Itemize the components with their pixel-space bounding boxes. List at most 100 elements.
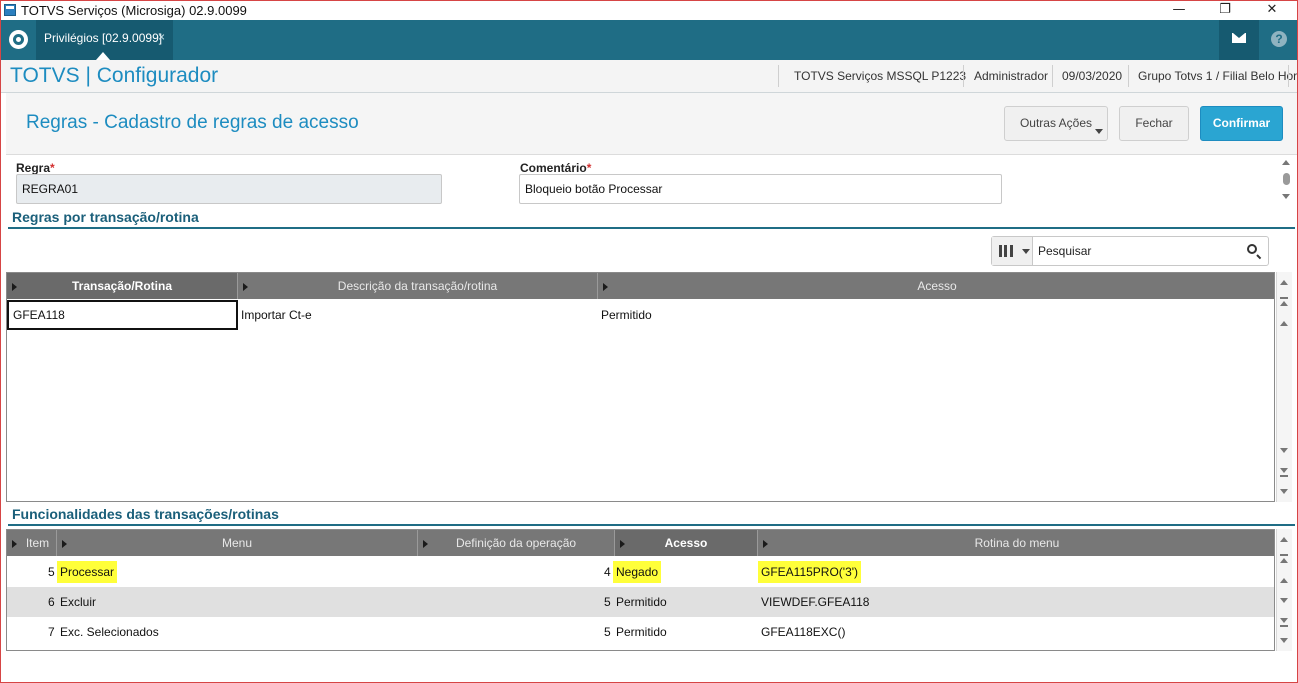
column-header-descricao[interactable]: Descrição da transação/rotina — [238, 273, 598, 299]
scroll-up-icon[interactable] — [1282, 160, 1290, 165]
cell-acesso: Permitido — [616, 625, 667, 639]
scroll-down-icon[interactable] — [1280, 598, 1288, 603]
table-row[interactable]: 5 Processar 4 Negado GFEA115PRO('3') — [7, 557, 1274, 587]
column-header-acesso[interactable]: Acesso — [615, 530, 758, 556]
app-title: TOTVS | Configurador — [10, 64, 219, 87]
sort-arrow-icon — [603, 283, 608, 291]
scroll-up-icon[interactable] — [1280, 321, 1288, 326]
window-title: TOTVS Serviços (Microsiga) 02.9.0099 — [21, 3, 247, 18]
funcionalidades-grid-scrollbar[interactable] — [1276, 529, 1292, 651]
regras-grid-scrollbar[interactable] — [1276, 272, 1292, 502]
tab-close-icon[interactable]: × — [158, 30, 165, 44]
sort-arrow-icon — [620, 540, 625, 548]
grid-header: Transação/Rotina Descrição da transação/… — [7, 273, 1274, 299]
cell-acesso: Permitido — [601, 308, 652, 322]
scroll-down-icon[interactable] — [1280, 448, 1288, 453]
cell-acesso-codigo: 4 — [604, 565, 611, 579]
header-divider — [1128, 65, 1129, 87]
cell-item: 6 — [48, 595, 55, 609]
tab-bar: Privilégios [02.9.0099] × ? — [1, 20, 1297, 60]
scroll-up-icon[interactable] — [1280, 578, 1288, 583]
restore-button[interactable]: ❐ — [1202, 1, 1248, 20]
help-icon[interactable]: ? — [1271, 31, 1287, 47]
confirmar-button[interactable]: Confirmar — [1200, 106, 1283, 141]
column-header-transacao[interactable]: Transação/Rotina — [7, 273, 238, 299]
section-title-regras: Regras por transação/rotina — [12, 209, 199, 225]
scroll-page-down-icon[interactable] — [1280, 468, 1288, 473]
date-info: 09/03/2020 — [1062, 69, 1123, 83]
page-title: Regras - Cadastro de regras de acesso — [26, 112, 359, 133]
cell-acesso: Negado — [613, 561, 662, 583]
column-header-item[interactable]: Item — [7, 530, 57, 556]
scroll-bottom-bar — [1280, 625, 1288, 627]
scroll-bottom-bar — [1280, 475, 1288, 477]
column-header-menu[interactable]: Menu — [57, 530, 418, 556]
columns-icon — [999, 245, 1013, 257]
header-divider — [1052, 65, 1053, 87]
page-header: Regras - Cadastro de regras de acesso Ou… — [6, 93, 1297, 155]
table-row[interactable]: 6 Excluir 5 Permitido VIEWDEF.GFEA118 — [7, 587, 1274, 617]
cell-acesso-codigo: 5 — [604, 625, 611, 639]
search-icon[interactable] — [1247, 244, 1257, 254]
minimize-button[interactable]: — — [1156, 1, 1202, 20]
column-header-acesso[interactable]: Acesso — [598, 273, 1274, 299]
section-divider — [8, 524, 1295, 526]
cell-menu: Exc. Selecionados — [60, 625, 159, 639]
column-header-definicao[interactable]: Definição da operação — [418, 530, 615, 556]
cell-item: 7 — [48, 625, 55, 639]
sort-arrow-icon — [62, 540, 67, 548]
cell-menu: Excluir — [60, 595, 97, 609]
scroll-down-icon[interactable] — [1282, 194, 1290, 199]
environment-info: TOTVS Serviços MSSQL P1223 — [794, 69, 967, 83]
user-info: Administrador — [974, 69, 1049, 83]
sort-arrow-icon — [243, 283, 248, 291]
tab-privilegios[interactable]: Privilégios [02.9.0099] × — [36, 20, 173, 60]
sort-arrow-icon — [763, 540, 768, 548]
funcionalidades-grid: Item Menu Definição da operação Acesso R… — [6, 529, 1275, 651]
scroll-top-bar — [1280, 554, 1288, 556]
chevron-down-icon — [1095, 129, 1103, 134]
regra-field[interactable]: REGRA01 — [16, 174, 442, 204]
scroll-up-icon[interactable] — [1280, 280, 1288, 285]
comentario-field[interactable]: Bloqueio botão Processar — [519, 174, 1002, 204]
outras-acoes-label: Outras Ações — [1019, 116, 1093, 130]
section-divider — [8, 227, 1295, 229]
scroll-down-icon[interactable] — [1280, 489, 1288, 494]
table-row[interactable]: GFEA118 Importar Ct-e Permitido — [7, 300, 1274, 330]
outras-acoes-button[interactable]: Outras Ações — [1004, 106, 1108, 141]
header-divider — [963, 65, 964, 87]
cell-transacao: GFEA118 — [13, 308, 65, 322]
sort-arrow-icon — [12, 283, 17, 291]
form-scrollbar[interactable] — [1279, 157, 1295, 205]
comentario-label: Comentário* — [520, 161, 592, 175]
tab-label: Privilégios [02.9.0099] — [44, 31, 163, 45]
scroll-page-up-icon[interactable] — [1280, 301, 1288, 306]
required-mark: * — [50, 161, 55, 175]
scroll-thumb[interactable] — [1283, 173, 1290, 185]
scroll-page-down-icon[interactable] — [1280, 618, 1288, 623]
table-row[interactable]: 7 Exc. Selecionados 5 Permitido GFEA118E… — [7, 617, 1274, 647]
section-title-funcionalidades: Funcionalidades das transações/rotinas — [12, 506, 279, 522]
regras-grid: Transação/Rotina Descrição da transação/… — [6, 272, 1275, 502]
column-header-rotina[interactable]: Rotina do menu — [758, 530, 1274, 556]
grid-header: Item Menu Definição da operação Acesso R… — [7, 530, 1274, 556]
cell-item: 5 — [48, 565, 55, 579]
sort-arrow-icon — [12, 540, 17, 548]
fechar-button[interactable]: Fechar — [1119, 106, 1189, 141]
branch-info: Grupo Totvs 1 / Filial Belo Hor — [1138, 69, 1298, 83]
mail-button[interactable] — [1219, 20, 1259, 60]
totvs-logo-icon[interactable] — [9, 30, 28, 49]
cell-rotina: GFEA115PRO('3') — [758, 561, 862, 583]
header-divider — [1288, 65, 1289, 87]
required-mark: * — [586, 161, 592, 175]
column-selector[interactable] — [992, 237, 1033, 265]
scroll-page-up-icon[interactable] — [1280, 558, 1288, 563]
scroll-down-icon[interactable] — [1280, 638, 1288, 643]
search-input[interactable] — [1038, 242, 1228, 260]
mail-icon — [1232, 33, 1246, 43]
close-window-button[interactable]: ✕ — [1249, 1, 1295, 20]
window-titlebar: TOTVS Serviços (Microsiga) 02.9.0099 — ❐… — [1, 1, 1297, 20]
application-window: TOTVS Serviços (Microsiga) 02.9.0099 — ❐… — [0, 0, 1298, 683]
cell-rotina: GFEA118EXC() — [761, 625, 846, 639]
scroll-up-icon[interactable] — [1280, 537, 1288, 542]
